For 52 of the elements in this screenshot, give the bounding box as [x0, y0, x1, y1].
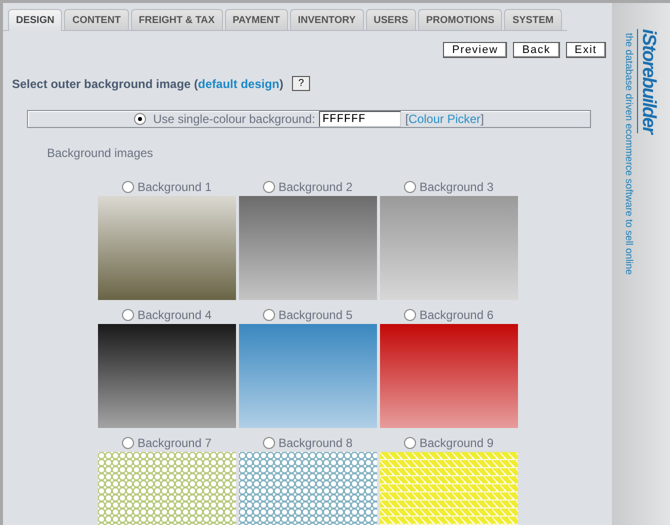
- radio-button[interactable]: [122, 436, 134, 448]
- background-swatch[interactable]: [98, 452, 236, 525]
- background-label: Background 9: [419, 436, 494, 450]
- background-swatch[interactable]: [380, 324, 518, 428]
- action-button[interactable]: Back: [513, 42, 560, 58]
- tab[interactable]: FREIGHT & TAX: [130, 9, 223, 30]
- action-button[interactable]: Exit: [566, 42, 606, 58]
- colour-field[interactable]: FFFFFF: [319, 111, 402, 127]
- background-swatch[interactable]: [239, 452, 377, 525]
- background-label: Background 5: [278, 308, 353, 322]
- link-paren: ): [279, 76, 284, 90]
- tab[interactable]: USERS: [366, 9, 416, 30]
- logo-tagline: the database driven ecommerce software to sell online: [623, 33, 634, 275]
- background-label: Background 3: [419, 180, 494, 194]
- background-swatch[interactable]: [239, 324, 377, 428]
- background-swatch[interactable]: [380, 452, 518, 525]
- tab[interactable]: INVENTORY: [290, 9, 364, 30]
- help-button[interactable]: ?: [292, 76, 310, 91]
- option-label: Use single-colour background:: [153, 112, 316, 126]
- background-label: Background 1: [137, 180, 212, 194]
- tab[interactable]: PROMOTIONS: [418, 9, 502, 30]
- radio-button[interactable]: [134, 113, 146, 125]
- radio-button[interactable]: [122, 180, 134, 192]
- colour-picker-link[interactable]: Colour Picker: [408, 112, 481, 126]
- radio-button[interactable]: [404, 436, 416, 448]
- background-swatch[interactable]: [98, 324, 236, 428]
- background-label: Background 2: [278, 180, 353, 194]
- tab[interactable]: CONTENT: [64, 9, 129, 30]
- link-paren: (: [194, 76, 198, 90]
- radio-button[interactable]: [263, 180, 276, 192]
- background-label: Background 8: [278, 436, 353, 450]
- radio-button[interactable]: [263, 436, 276, 448]
- tab[interactable]: SYSTEM: [504, 9, 562, 30]
- background-label: Background 4: [137, 308, 212, 322]
- background-swatch[interactable]: [380, 196, 518, 300]
- logo-wordmark: iStorebuilder: [637, 29, 659, 134]
- radio-button[interactable]: [122, 308, 134, 320]
- section-label: Background images: [46, 145, 154, 160]
- section-heading: Select outer background image: [12, 76, 192, 90]
- background-swatch[interactable]: [98, 196, 236, 300]
- bracket: ]: [480, 112, 484, 126]
- bracket: [: [405, 112, 409, 126]
- radio-button[interactable]: [404, 308, 416, 320]
- background-label: Background 6: [419, 308, 494, 322]
- default-design-link[interactable]: default design: [198, 76, 280, 90]
- background-swatch[interactable]: [239, 196, 377, 300]
- tab[interactable]: DESIGN: [8, 9, 62, 31]
- background-label: Background 7: [137, 436, 212, 450]
- action-button[interactable]: Preview: [443, 42, 508, 58]
- radio-button[interactable]: [404, 180, 416, 192]
- tab[interactable]: PAYMENT: [224, 9, 288, 30]
- radio-button[interactable]: [263, 308, 276, 320]
